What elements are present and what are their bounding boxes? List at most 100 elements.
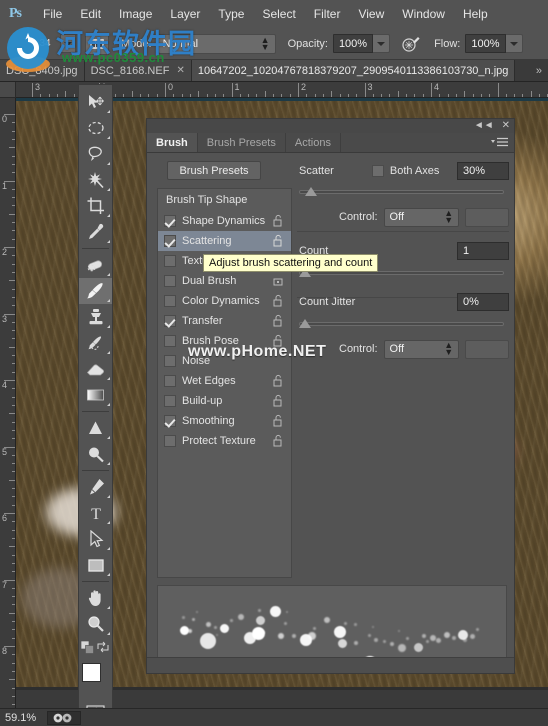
list-item-smoothing[interactable]: Smoothing xyxy=(158,411,291,431)
brush-panel-titlebar[interactable]: ◄◄ ✕ xyxy=(147,119,514,133)
list-item-protect-texture[interactable]: Protect Texture xyxy=(158,431,291,451)
document-tab-3[interactable]: 10647202_10204767818379207_2909540113386… xyxy=(191,60,516,81)
checkbox-wet-edges[interactable] xyxy=(164,375,176,387)
menu-filter[interactable]: Filter xyxy=(305,0,350,28)
count-value[interactable]: 1 xyxy=(457,242,509,260)
list-item-brush-pose[interactable]: Brush Pose xyxy=(158,331,291,351)
tool-history-brush[interactable] xyxy=(79,330,112,356)
menu-view[interactable]: View xyxy=(349,0,393,28)
unlocked-icon[interactable] xyxy=(273,234,283,247)
tool-zoom[interactable] xyxy=(79,611,112,637)
checkbox-shape-dynamics[interactable] xyxy=(164,215,176,227)
checkbox-both-axes[interactable] xyxy=(371,165,384,177)
flow-value[interactable]: 100% xyxy=(465,34,506,53)
tool-magic-wand[interactable] xyxy=(79,167,112,193)
close-icon[interactable]: ✕ xyxy=(176,65,184,76)
menu-window[interactable]: Window xyxy=(393,0,454,28)
vertical-ruler[interactable]: 012345678 xyxy=(0,98,16,708)
menu-select[interactable]: Select xyxy=(253,0,304,28)
checkbox-smoothing[interactable] xyxy=(164,415,176,427)
checkbox-noise[interactable] xyxy=(164,355,176,367)
checkbox-dual-brush[interactable] xyxy=(164,275,176,287)
tool-rectangle-shape[interactable] xyxy=(79,552,112,578)
checkbox-brush-pose[interactable] xyxy=(164,335,176,347)
checkbox-protect-texture[interactable] xyxy=(164,435,176,447)
foreground-color-swatch[interactable] xyxy=(82,663,101,682)
unlocked-icon[interactable] xyxy=(273,374,283,387)
brush-size-value[interactable]: 34 xyxy=(32,38,58,49)
tab-brush-presets[interactable]: Brush Presets xyxy=(198,133,286,152)
document-tab-2[interactable]: DSC_8168.NEF ✕ xyxy=(84,60,192,81)
zoom-level[interactable]: 59.1% xyxy=(5,712,41,724)
unlocked-icon[interactable] xyxy=(273,414,283,427)
tool-type[interactable]: T xyxy=(79,500,112,526)
checkbox-build-up[interactable] xyxy=(164,395,176,407)
menu-layer[interactable]: Layer xyxy=(161,0,209,28)
scatter-control-select[interactable]: Off ▲ ▼ xyxy=(383,207,460,227)
checkbox-color-dynamics[interactable] xyxy=(164,295,176,307)
tool-elliptical-marquee[interactable] xyxy=(79,115,112,141)
menu-edit[interactable]: Edit xyxy=(71,0,110,28)
flow-chevron-down-icon[interactable] xyxy=(505,34,523,53)
unlocked-icon[interactable] xyxy=(273,334,283,347)
opacity-value[interactable]: 100% xyxy=(332,34,374,53)
brush-presets-button[interactable]: Brush Presets xyxy=(167,161,261,180)
scatter-slider[interactable] xyxy=(299,185,504,199)
default-colors-icon[interactable] xyxy=(80,640,94,657)
opacity-chevron-down-icon[interactable] xyxy=(373,34,391,53)
blend-mode-select[interactable]: Normal ▲ ▼ xyxy=(157,33,276,54)
unlocked-icon[interactable] xyxy=(273,394,283,407)
menu-image[interactable]: Image xyxy=(110,0,161,28)
unlocked-icon[interactable] xyxy=(273,274,283,287)
tool-eraser[interactable] xyxy=(79,356,112,382)
checkbox-texture[interactable] xyxy=(164,255,176,267)
list-item-color-dynamics[interactable]: Color Dynamics xyxy=(158,291,291,311)
tool-preset-icon[interactable] xyxy=(85,32,109,55)
tool-lasso[interactable] xyxy=(79,141,112,167)
tool-blur[interactable] xyxy=(79,415,112,441)
panel-menu-icon[interactable] xyxy=(491,137,509,148)
count-jitter-value[interactable]: 0% xyxy=(457,293,509,311)
list-item-shape-dynamics[interactable]: Shape Dynamics xyxy=(158,211,291,231)
scatter-slider-thumb[interactable] xyxy=(304,187,317,196)
menu-type[interactable]: Type xyxy=(209,0,253,28)
swap-colors-icon[interactable] xyxy=(97,641,109,656)
tab-brush[interactable]: Brush xyxy=(147,133,198,152)
unlocked-icon[interactable] xyxy=(273,214,283,227)
tool-dodge[interactable] xyxy=(79,441,112,467)
list-item-transfer[interactable]: Transfer xyxy=(158,311,291,331)
tool-brush[interactable] xyxy=(79,278,112,304)
document-tab-1[interactable]: DSC_8409.jpg xyxy=(0,60,85,81)
tool-pen[interactable] xyxy=(79,474,112,500)
unlocked-icon[interactable] xyxy=(273,314,283,327)
tool-hand[interactable] xyxy=(79,585,112,611)
brush-picker-chevron-down-icon[interactable] xyxy=(60,34,76,53)
tool-gradient[interactable] xyxy=(79,382,112,408)
tool-path-selection[interactable] xyxy=(79,526,112,552)
checkbox-transfer[interactable] xyxy=(164,315,176,327)
tool-spot-healing-brush[interactable] xyxy=(79,252,112,278)
color-swatches[interactable] xyxy=(79,661,112,701)
list-item-scattering[interactable]: Scattering xyxy=(158,231,291,251)
unlocked-icon[interactable] xyxy=(273,294,283,307)
count-jitter-control-select[interactable]: Off ▲ ▼ xyxy=(383,339,460,359)
list-item-wet-edges[interactable]: Wet Edges xyxy=(158,371,291,391)
list-item-build-up[interactable]: Build-up xyxy=(158,391,291,411)
unlocked-icon[interactable] xyxy=(273,434,283,447)
menu-file[interactable]: File xyxy=(34,0,71,28)
count-jitter-slider-thumb[interactable] xyxy=(299,319,311,328)
menu-help[interactable]: Help xyxy=(454,0,497,28)
tool-eyedropper[interactable] xyxy=(79,219,112,245)
brush-tip-shape-item[interactable]: Brush Tip Shape xyxy=(158,189,291,211)
tool-clone-stamp[interactable] xyxy=(79,304,112,330)
list-item-noise[interactable]: Noise xyxy=(158,351,291,371)
collapse-panel-icon[interactable]: ◄◄ xyxy=(474,120,494,131)
list-item-dual-brush[interactable]: Dual Brush xyxy=(158,271,291,291)
checkbox-scattering[interactable] xyxy=(164,235,176,247)
scatter-value[interactable]: 30% xyxy=(457,162,509,180)
tab-overflow-icon[interactable]: » xyxy=(530,60,548,81)
tool-move[interactable] xyxy=(79,89,112,115)
count-jitter-slider[interactable] xyxy=(299,317,504,331)
tab-actions[interactable]: Actions xyxy=(286,133,341,152)
brush-preview-icon[interactable] xyxy=(4,31,34,57)
